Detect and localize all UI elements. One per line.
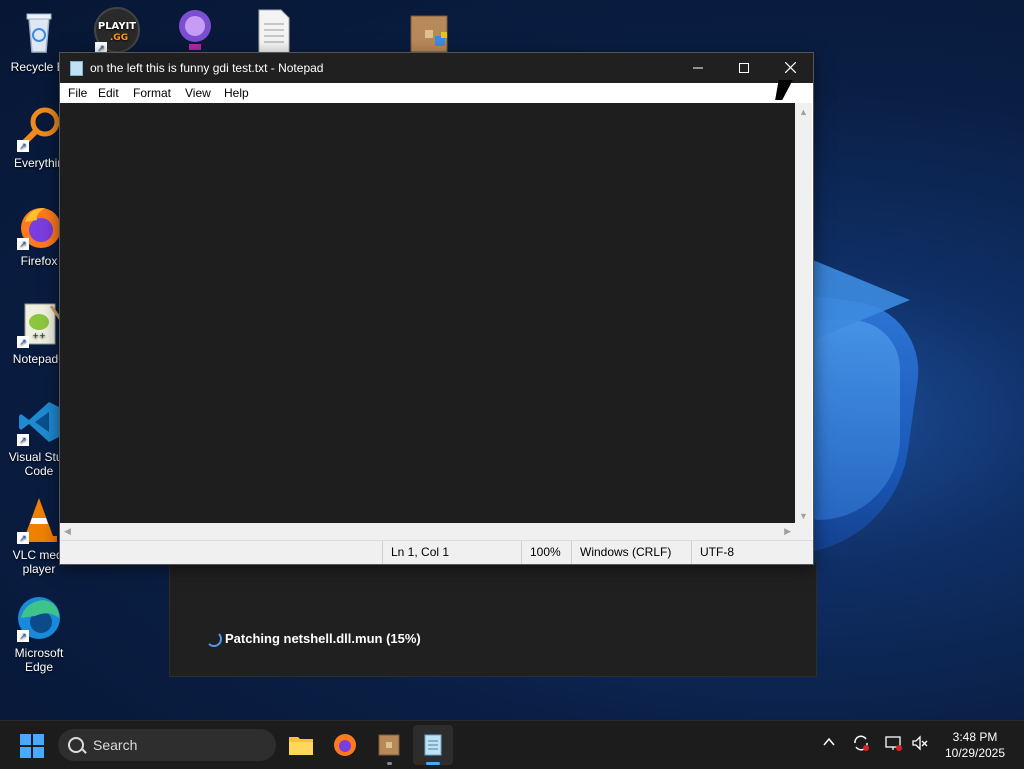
show-hidden-icons-chevron-icon[interactable]: [822, 735, 836, 752]
maximize-button[interactable]: [721, 53, 767, 83]
scroll-up-icon[interactable]: ▲: [799, 107, 808, 117]
maximize-icon: [739, 63, 749, 73]
edge-icon: ↗: [15, 594, 63, 642]
running-indicator: [387, 762, 392, 765]
horizontal-scrollbar[interactable]: ◀ ▶: [60, 523, 795, 540]
taskbar-search[interactable]: Search: [58, 729, 276, 761]
notepad-window: on the left this is funny gdi test.txt -…: [59, 52, 814, 565]
scroll-right-icon[interactable]: ▶: [784, 526, 791, 537]
search-icon: [68, 737, 84, 753]
svg-text:PLAYIT: PLAYIT: [98, 21, 136, 32]
sync-icon[interactable]: [852, 734, 870, 755]
start-button[interactable]: [20, 734, 44, 758]
text-editor-area[interactable]: [60, 103, 795, 523]
firefox-icon: ↗: [15, 202, 63, 250]
folder-icon: [289, 737, 313, 755]
firefox-icon: [334, 734, 356, 756]
shortcut-arrow-icon: ↗: [17, 140, 29, 152]
progress-status-text: Patching netshell.dll.mun (15%): [225, 631, 421, 646]
shortcut-arrow-icon: ↗: [17, 336, 29, 348]
taskbar-firefox[interactable]: [325, 725, 365, 765]
scroll-left-icon[interactable]: ◀: [64, 526, 71, 537]
taskbar-file-explorer[interactable]: [281, 725, 321, 765]
menu-edit[interactable]: Edit: [98, 86, 119, 100]
menu-view[interactable]: View: [185, 86, 211, 100]
vscode-icon: ↗: [15, 398, 63, 446]
minimize-button[interactable]: [675, 53, 721, 83]
scrollbar-corner: [795, 523, 812, 540]
taskbar-package-app[interactable]: [369, 725, 409, 765]
desktop-icon-playit[interactable]: PLAYIT .GG ↗: [78, 6, 156, 58]
system-clock[interactable]: 3:48 PM 10/29/2025: [940, 729, 1010, 761]
taskbar: Search 3:48 PM 10/29/2025: [0, 720, 1024, 769]
minimize-icon: [693, 67, 703, 69]
taskbar-notepad[interactable]: [413, 725, 453, 765]
patching-progress-dialog: Patching netshell.dll.mun (15%): [169, 562, 817, 677]
desktop-icon-label: Microsoft Edge: [14, 646, 64, 674]
shortcut-arrow-icon: ↗: [17, 630, 29, 642]
close-button[interactable]: [767, 53, 813, 83]
desktop-icon-edge[interactable]: ↗ Microsoft Edge: [0, 594, 78, 674]
desktop: Recycle Bi PLAYIT .GG ↗ ↗ Everythin ↗ Fi…: [0, 0, 1024, 720]
clock-time: 3:48 PM: [952, 730, 998, 744]
shortcut-arrow-icon: ↗: [17, 434, 29, 446]
package-icon: [405, 8, 453, 56]
search-placeholder: Search: [93, 737, 138, 753]
zoom-level: 100%: [521, 541, 570, 564]
menu-bar: File Edit Format View Help: [60, 83, 813, 103]
svg-text:.GG: .GG: [110, 33, 128, 43]
line-ending: Windows (CRLF): [571, 541, 685, 564]
vlc-icon: ↗: [15, 496, 63, 544]
desktop-icon-globe-app[interactable]: [156, 6, 234, 58]
vertical-scrollbar[interactable]: ▲ ▼: [795, 103, 812, 523]
playit-gg-icon: PLAYIT .GG ↗: [93, 6, 141, 54]
notepad-app-icon: [70, 61, 83, 76]
scroll-down-icon[interactable]: ▼: [799, 511, 808, 521]
globe-app-icon: [171, 6, 219, 54]
clock-date: 10/29/2025: [944, 746, 1006, 760]
notepad-icon: [424, 734, 442, 756]
menu-help[interactable]: Help: [224, 86, 249, 100]
title-bar[interactable]: on the left this is funny gdi test.txt -…: [60, 53, 813, 83]
shortcut-arrow-icon: ↗: [17, 532, 29, 544]
spinner-icon: [206, 631, 222, 647]
everything-search-icon: ↗: [15, 104, 63, 152]
menu-file[interactable]: File: [68, 86, 87, 100]
text-document-icon: [249, 8, 297, 56]
notepad-plus-plus-icon: ++ ↗: [15, 300, 63, 348]
svg-text:++: ++: [32, 331, 45, 340]
shortcut-arrow-icon: ↗: [17, 238, 29, 250]
menu-format[interactable]: Format: [133, 86, 171, 100]
package-icon: [378, 734, 400, 756]
network-icon[interactable]: [884, 734, 902, 755]
recycle-bin-icon: [15, 8, 63, 56]
status-bar: Ln 1, Col 1 100% Windows (CRLF) UTF-8: [60, 540, 813, 564]
windows-logo-icon: [20, 734, 31, 745]
volume-muted-icon[interactable]: [911, 734, 929, 755]
window-title: on the left this is funny gdi test.txt -…: [90, 61, 324, 75]
encoding: UTF-8: [691, 541, 800, 564]
active-indicator: [426, 762, 440, 765]
close-icon: [784, 61, 796, 74]
cursor-position: Ln 1, Col 1: [382, 541, 521, 564]
